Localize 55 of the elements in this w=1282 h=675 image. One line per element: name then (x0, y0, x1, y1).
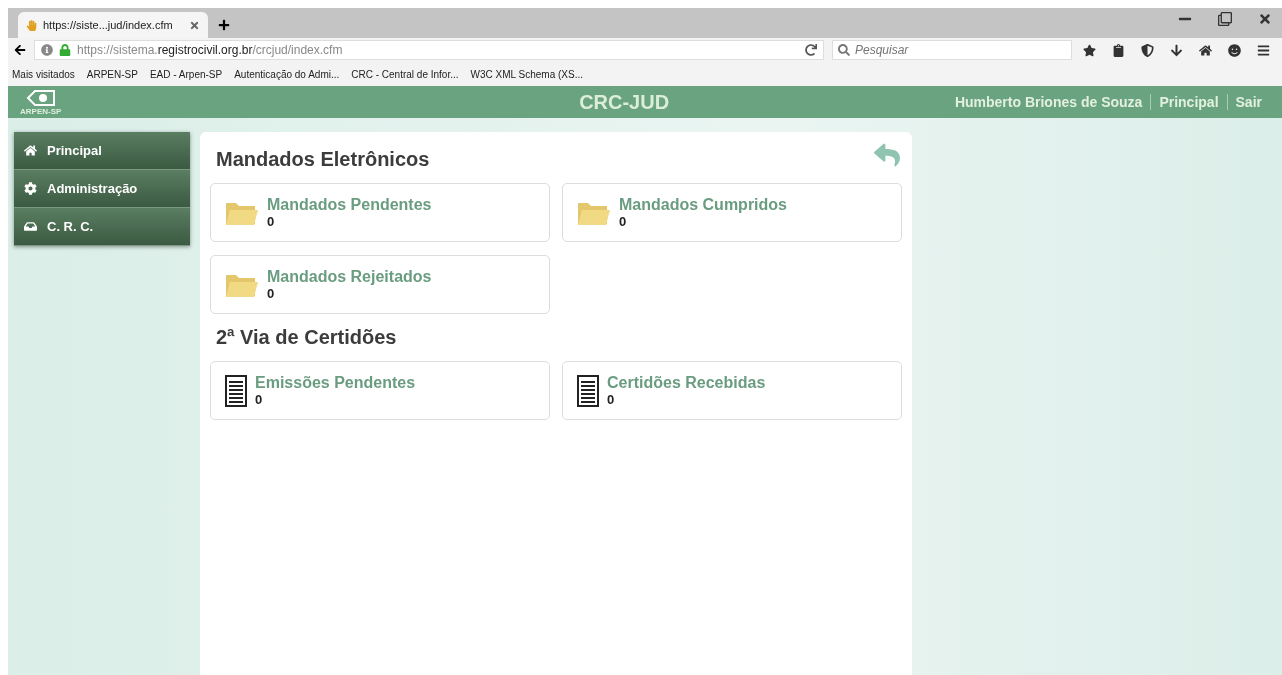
shortcut-card[interactable]: Emissões Pendentes 0 (210, 361, 550, 420)
logo-text: ARPEN-SP (20, 106, 62, 116)
new-tab-icon[interactable] (218, 19, 230, 31)
card-label: Certidões Recebidas (607, 374, 766, 392)
hand-icon (26, 19, 37, 31)
bookmark-link[interactable]: Autenticação do Admi... (234, 68, 340, 80)
document-icon (225, 374, 247, 407)
reload-icon[interactable] (805, 44, 817, 56)
close-icon[interactable] (1258, 12, 1272, 26)
sidebar-item[interactable]: Principal (14, 132, 190, 170)
search-icon (838, 44, 850, 56)
bookmark-link[interactable]: W3C XML Schema (XS... (470, 68, 583, 80)
sidebar-item[interactable]: C. R. C. (14, 208, 190, 246)
bookmark-link[interactable]: CRC - Central de Infor... (351, 68, 459, 80)
bookmark-link[interactable]: EAD - Arpen-SP (149, 68, 223, 80)
smiley-icon[interactable] (1228, 43, 1241, 57)
bookmark-link[interactable]: Mais visitados (12, 68, 75, 80)
document-icon (577, 374, 599, 407)
card-count: 0 (619, 214, 628, 229)
search-field[interactable]: Pesquisar (832, 40, 1072, 60)
back-icon[interactable] (14, 44, 26, 56)
home-icon (24, 144, 37, 157)
download-icon[interactable] (1170, 43, 1183, 57)
url-text: https://sistema.registrocivil.org.br/crcjud/index.cfm (77, 43, 343, 57)
browser-tab[interactable]: https://siste...jud/index.cfm (18, 12, 208, 38)
card-count: 0 (267, 286, 276, 301)
clipboard-icon[interactable] (1112, 43, 1125, 57)
card-label: Mandados Rejeitados (267, 268, 432, 286)
tab-title: https://siste...jud/index.cfm (43, 19, 173, 31)
info-icon (41, 44, 53, 56)
inbox-icon (24, 220, 37, 233)
card-count: 0 (267, 214, 276, 229)
home-icon[interactable] (1199, 43, 1212, 57)
app-title: CRC-JUD (578, 90, 671, 114)
card-label: Mandados Cumpridos (619, 196, 787, 214)
shortcut-card[interactable]: Mandados Pendentes 0 (210, 183, 550, 242)
logo-drawing (25, 88, 56, 107)
shortcut-card[interactable]: Mandados Rejeitados 0 (210, 255, 550, 314)
shortcut-card[interactable]: Certidões Recebidas 0 (562, 361, 902, 420)
section-title: Mandados Eletrônicos (216, 148, 430, 171)
menu-icon[interactable] (1257, 43, 1270, 57)
star-icon[interactable] (1083, 43, 1096, 57)
restore-icon[interactable] (1218, 12, 1232, 26)
address-field[interactable]: https://sistema.registrocivil.org.br/crcjud/index.cfm (34, 40, 824, 60)
close-icon[interactable] (189, 19, 200, 31)
bookmark-link[interactable]: ARPEN-SP (86, 68, 138, 80)
settings-icon (24, 182, 37, 195)
card-label: Emissões Pendentes (255, 374, 416, 392)
sidebar-item[interactable]: Administração (14, 170, 190, 208)
card-label: Mandados Pendentes (267, 196, 432, 214)
lock-icon (59, 44, 71, 56)
shortcut-card[interactable]: Mandados Cumpridos 0 (562, 183, 902, 242)
card-count: 0 (607, 392, 616, 407)
card-count: 0 (255, 392, 264, 407)
section-title: 2ª Via de Certidões (216, 326, 397, 349)
